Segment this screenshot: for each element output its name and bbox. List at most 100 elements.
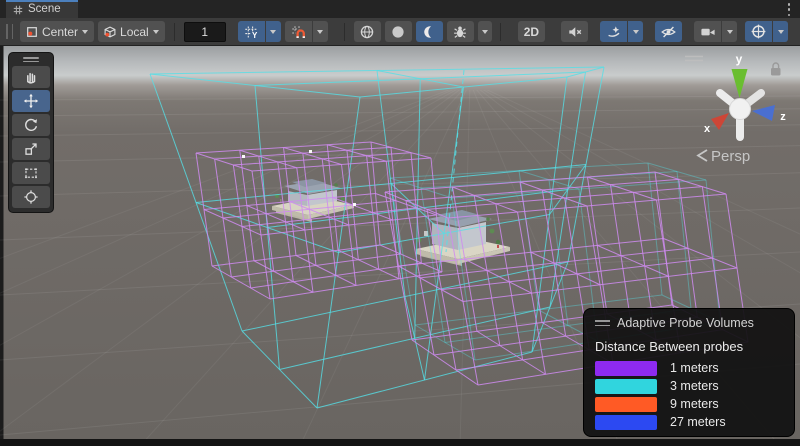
pivot-square-icon xyxy=(26,26,38,38)
effects-split-button xyxy=(600,21,643,42)
effects-icon xyxy=(606,24,622,40)
eye-slash-icon xyxy=(660,24,677,40)
chevron-down-icon xyxy=(82,30,88,34)
axis-z-label: z xyxy=(780,111,786,123)
view-drag-handle[interactable] xyxy=(685,57,703,61)
gizmos-button[interactable] xyxy=(745,21,772,42)
scene-view-window: Scene Center Local xyxy=(0,0,800,446)
legend-row: 27 meters xyxy=(595,415,783,430)
scene-visibility-button[interactable] xyxy=(655,21,682,42)
lighting-toggle-button[interactable] xyxy=(385,21,412,42)
legend-swatch xyxy=(595,361,657,376)
rect-dashed-icon xyxy=(23,165,39,181)
rotate-tool-button[interactable] xyxy=(12,114,50,136)
magnet-snap-dropdown[interactable] xyxy=(313,21,328,42)
cube-icon xyxy=(104,26,116,38)
legend-swatch xyxy=(595,415,657,430)
grid-icon xyxy=(13,5,23,15)
move-tool-button[interactable] xyxy=(12,90,50,112)
transform-tool-button[interactable] xyxy=(12,186,50,208)
debug-button[interactable] xyxy=(447,21,474,42)
gizmo-x-axis-cone[interactable] xyxy=(711,113,729,130)
gizmo-hub[interactable] xyxy=(730,99,751,120)
toolbar-drag-handle[interactable] xyxy=(6,24,13,39)
bottom-strip xyxy=(0,439,800,446)
magnet-snap-split-button xyxy=(285,21,328,42)
rotate-icon xyxy=(23,117,39,133)
toolbar-separator xyxy=(344,23,345,41)
hand-icon xyxy=(23,69,39,85)
gizmo-z-axis-cone[interactable] xyxy=(752,105,775,121)
legend-row-label: 9 meters xyxy=(670,397,719,411)
palette-drag-handle[interactable] xyxy=(12,56,50,64)
view-2d-label: 2D xyxy=(524,25,539,39)
axis-x-label: x xyxy=(704,123,711,135)
gizmos-dropdown[interactable] xyxy=(773,21,788,42)
toolbar-separator xyxy=(174,23,175,41)
legend-row-label: 27 meters xyxy=(670,415,726,429)
view-2d-button[interactable]: 2D xyxy=(518,21,545,42)
legend-swatch xyxy=(595,379,657,394)
lock-icon[interactable] xyxy=(771,63,781,76)
tab-title: Scene xyxy=(28,4,61,16)
legend-rows: 1 meters 3 meters 9 meters 27 meters xyxy=(595,361,783,430)
adaptive-probe-volumes-panel: Adaptive Probe Volumes Distance Between … xyxy=(583,308,795,437)
effects-dropdown[interactable] xyxy=(628,21,643,42)
gizmo-y-axis-cone[interactable] xyxy=(732,69,748,98)
legend-row-label: 1 meters xyxy=(670,361,719,375)
chevron-down-icon xyxy=(153,30,159,34)
handle-orientation-button[interactable]: Local xyxy=(98,21,165,42)
shading-mode-button[interactable] xyxy=(354,21,381,42)
snap-increment-input[interactable] xyxy=(184,22,226,42)
magnet-snap-icon xyxy=(291,25,306,39)
camera-split-button xyxy=(694,21,737,42)
legend-title: Adaptive Probe Volumes xyxy=(617,316,754,330)
camera-dropdown[interactable] xyxy=(722,21,737,42)
bug-icon xyxy=(452,24,468,40)
scale-icon xyxy=(23,141,39,157)
audio-muted-icon xyxy=(567,24,583,40)
scene-lighting-button[interactable] xyxy=(416,21,443,42)
legend-row: 1 meters xyxy=(595,361,783,376)
projection-label: Persp xyxy=(711,148,750,165)
move-icon xyxy=(23,93,39,109)
handle-orientation-label: Local xyxy=(120,25,149,39)
grid-snap-split-button: Y xyxy=(238,21,281,42)
legend-row-label: 3 meters xyxy=(670,379,719,393)
moon-icon xyxy=(421,24,437,40)
svg-text:Y: Y xyxy=(252,31,258,39)
legend-subtitle: Distance Between probes xyxy=(595,339,783,354)
filled-circle-icon xyxy=(390,24,406,40)
magnet-snap-button[interactable] xyxy=(285,21,312,42)
debug-dropdown[interactable] xyxy=(478,21,492,42)
kebab-menu-icon[interactable] xyxy=(787,3,791,16)
toolbar-separator xyxy=(500,23,501,41)
legend-row: 3 meters xyxy=(595,379,783,394)
axis-y-label: y xyxy=(736,52,743,66)
grid-snap-dropdown[interactable] xyxy=(266,21,281,42)
transform-icon xyxy=(23,189,39,205)
pivot-mode-label: Center xyxy=(42,25,78,39)
scale-tool-button[interactable] xyxy=(12,138,50,160)
audio-toggle-button[interactable] xyxy=(561,21,588,42)
tool-palette xyxy=(8,52,54,213)
camera-icon xyxy=(700,24,716,40)
shaded-sphere-icon xyxy=(359,24,375,40)
hand-tool-button[interactable] xyxy=(12,66,50,88)
rect-tool-button[interactable] xyxy=(12,162,50,184)
viewport-left-edge xyxy=(0,46,4,439)
projection-toggle[interactable]: Persp xyxy=(698,148,750,165)
orientation-gizmo[interactable]: y x z Persp xyxy=(668,46,800,176)
tab-scene[interactable]: Scene xyxy=(6,0,78,18)
grid-snap-button[interactable]: Y xyxy=(238,21,265,42)
legend-row: 9 meters xyxy=(595,397,783,412)
gizmos-split-button xyxy=(745,21,788,42)
scene-toolbar: Center Local Y xyxy=(0,18,800,46)
effects-toggle-button[interactable] xyxy=(600,21,627,42)
scene-viewport[interactable]: y x z Persp Adaptive Probe Volumes Dista… xyxy=(0,46,800,439)
gizmo-crosshair-icon xyxy=(750,23,767,40)
legend-drag-handle[interactable] xyxy=(595,320,610,326)
camera-button[interactable] xyxy=(694,21,721,42)
legend-swatch xyxy=(595,397,657,412)
pivot-mode-button[interactable]: Center xyxy=(20,21,94,42)
